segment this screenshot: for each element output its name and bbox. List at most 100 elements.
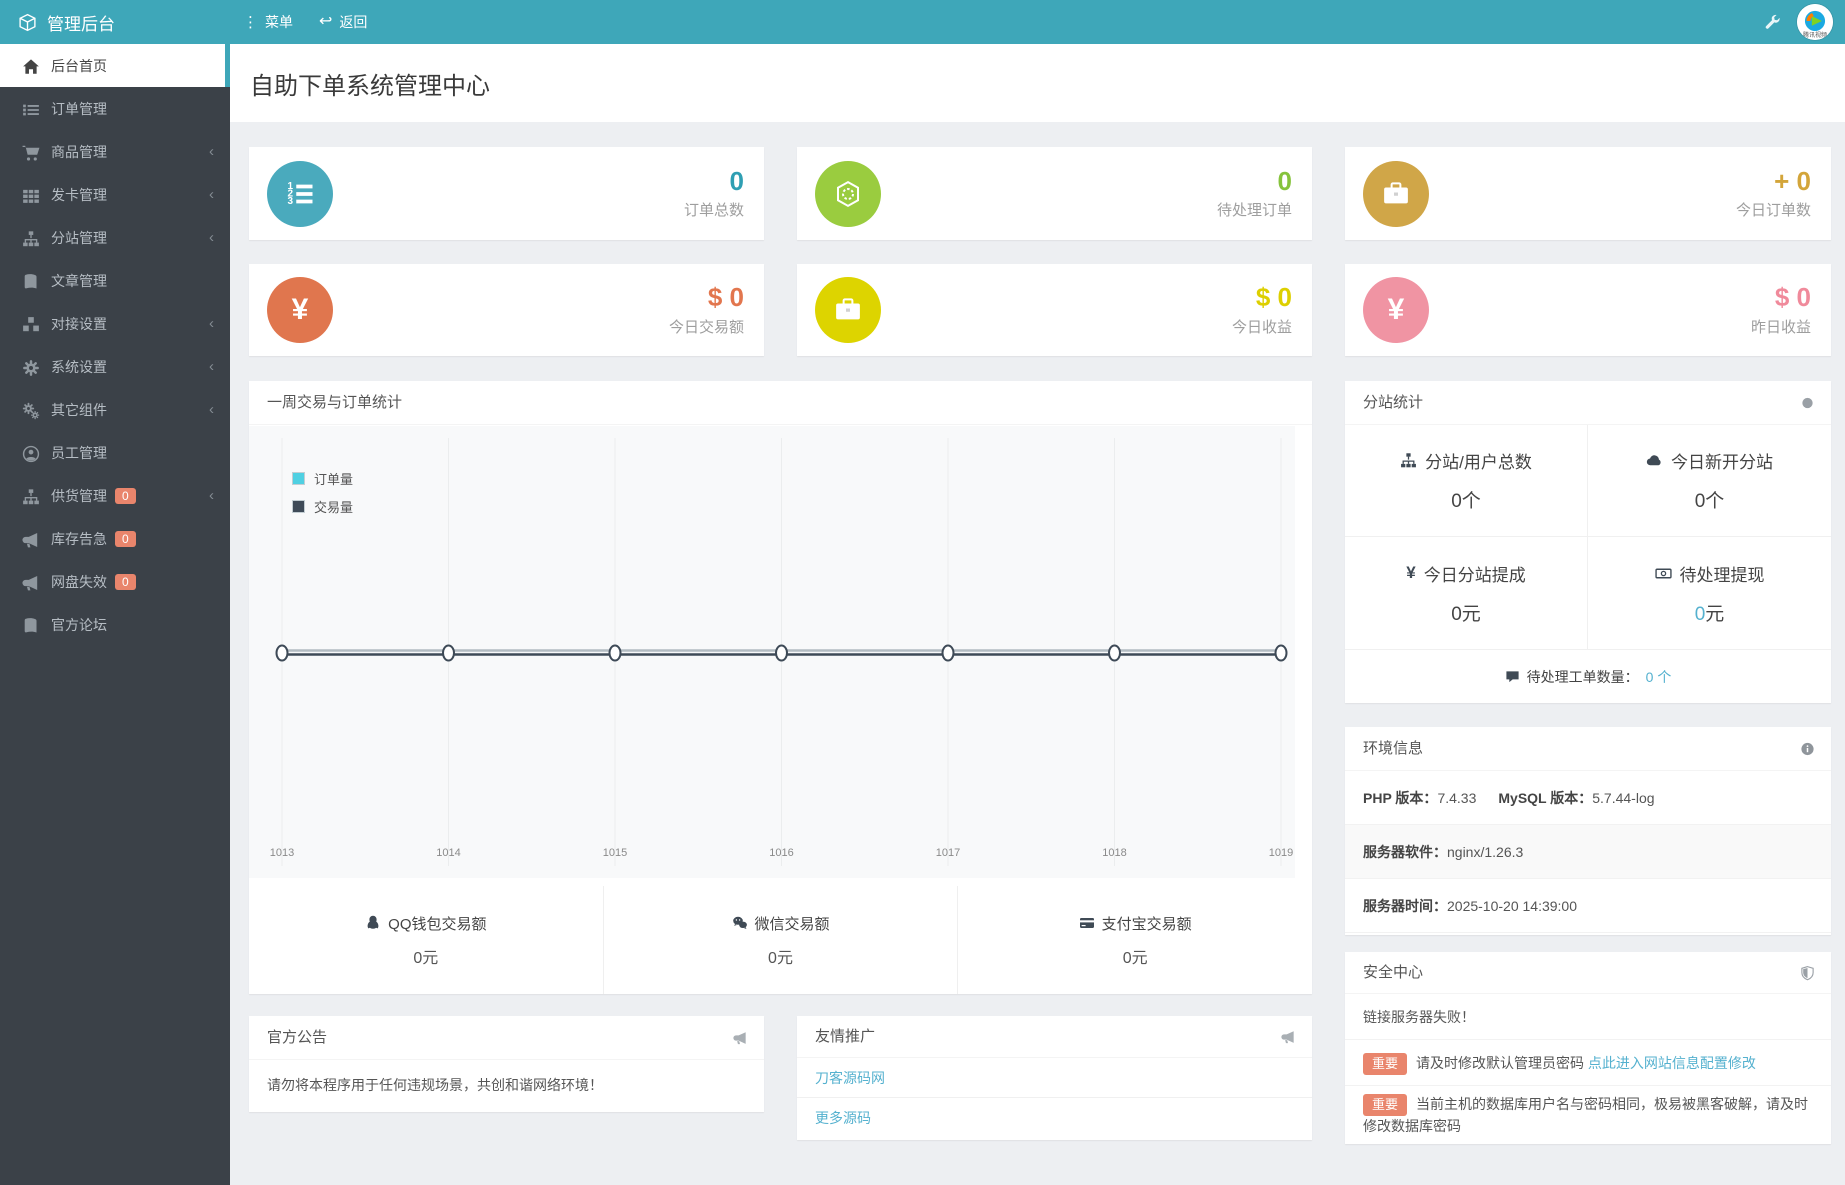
content-body: 123 0 订单总数 0 待处理订单 + 0 今日订单数 ¥ $ 0 今日交易额… [230, 122, 1845, 1185]
cell-num: 0 [1451, 491, 1462, 512]
cell-label: 今日分站提成 [1423, 565, 1526, 585]
cell-unit: 个 [1461, 491, 1481, 512]
yen-icon: ¥ [267, 277, 333, 343]
legend-swatch-trades [292, 500, 305, 513]
chevron-left-icon: ‹ [209, 487, 214, 504]
sidebar-item-drive-invalid[interactable]: 网盘失效 0 [0, 560, 230, 603]
stat-card-yesterday-profit: ¥ $ 0 昨日收益 [1345, 264, 1831, 356]
promo-link-daoke[interactable]: 刀客源码网 [797, 1058, 1312, 1098]
home-icon [22, 58, 40, 74]
user-circle-icon [22, 445, 40, 463]
menu-label: 菜单 [265, 14, 293, 30]
sidebar-item-stock-alert[interactable]: 库存告急 0 [0, 517, 230, 560]
stat-card-today-orders: + 0 今日订单数 [1345, 147, 1831, 240]
sidebar-item-integration[interactable]: 对接设置 ‹ [0, 302, 230, 345]
page-title: 自助下单系统管理中心 [250, 72, 490, 100]
megaphone-icon [22, 574, 40, 591]
panel-title: 分站统计 [1363, 394, 1424, 411]
sidebar-item-label: 对接设置 [51, 315, 107, 332]
book-icon [22, 617, 40, 633]
sidebar-item-orders[interactable]: 订单管理 [0, 87, 230, 130]
wrench-icon[interactable] [1764, 14, 1781, 31]
sidebar-item-articles[interactable]: 文章管理 [0, 259, 230, 302]
substation-footer: 待处理工单数量： 0 个 [1345, 649, 1831, 703]
env-row-php-mysql: PHP 版本：7.4.33 MySQL 版本：5.7.44-log [1345, 771, 1831, 825]
cell-num: 0 [1451, 603, 1462, 625]
circle-icon [1800, 395, 1815, 410]
brand-title: 管理后台 [47, 14, 115, 34]
x-tick: 1016 [769, 847, 794, 859]
env-value: 7.4.33 [1437, 790, 1477, 806]
stat-label: 今日交易额 [668, 318, 744, 336]
avatar[interactable]: 腾讯视频 [1797, 4, 1833, 40]
cell-num: 0 [1694, 491, 1706, 512]
menu-toggle[interactable]: ⋮ 菜单 [230, 0, 306, 44]
yen-icon: ¥ [1406, 563, 1416, 582]
payment-stats-row: QQ钱包交易额 0元 微信交易额 0元 支付宝交易额 0元 [249, 886, 1312, 994]
pay-stat-wechat: 微信交易额 0元 [602, 886, 958, 994]
chevron-left-icon: ‹ [209, 401, 214, 418]
sidebar-item-suppliers[interactable]: 供货管理 0 ‹ [0, 474, 230, 517]
sidebar-item-substations[interactable]: 分站管理 ‹ [0, 216, 230, 259]
env-label: PHP 版本： [1363, 790, 1438, 806]
weekly-chart-panel: 一周交易与订单统计 订单量 交易量 1013 1014 1015 1016 10… [249, 381, 1312, 994]
wechat-icon [732, 915, 748, 931]
sidebar-item-home[interactable]: 后台首页 [0, 44, 230, 87]
chevron-left-icon: ‹ [209, 315, 214, 332]
stat-value: 0 [1277, 165, 1292, 196]
chevron-left-icon: ‹ [209, 358, 214, 375]
legend-item-orders[interactable]: 订单量 [292, 469, 353, 488]
cell-label: 今日新开分站 [1671, 453, 1773, 472]
sidebar-item-forum[interactable]: 官方论坛 [0, 603, 230, 646]
panel-title: 一周交易与订单统计 [249, 381, 1312, 425]
config-link[interactable]: 点此进入网站信息配置修改 [1588, 1055, 1756, 1071]
badge-count: 0 [115, 530, 136, 547]
panel-header: 分站统计 [1345, 381, 1831, 425]
list-icon [22, 101, 40, 116]
sidebar-item-label: 商品管理 [51, 143, 107, 160]
sidebar-item-label: 其它组件 [51, 401, 107, 418]
stat-label: 今日收益 [1231, 318, 1292, 336]
cell-label: 待处理提现 [1679, 565, 1765, 585]
sidebar-item-components[interactable]: 其它组件 ‹ [0, 388, 230, 431]
yen-icon: ¥ [1363, 277, 1429, 343]
sidebar-item-cards[interactable]: 发卡管理 ‹ [0, 173, 230, 216]
substation-cell-withdrawals: 待处理提现 0元 [1588, 537, 1831, 649]
sitemap-icon [1400, 452, 1417, 469]
sidebar-item-staff[interactable]: 员工管理 [0, 431, 230, 474]
sitemap-icon [22, 230, 40, 247]
megaphone-icon [733, 1030, 748, 1045]
panel-title: 官方公告 [267, 1029, 328, 1046]
sidebar-item-system-settings[interactable]: 系统设置 ‹ [0, 345, 230, 388]
stat-value: 0 [729, 165, 744, 196]
sidebar: 后台首页 订单管理 商品管理 ‹ 发卡管理 ‹ 分站管理 ‹ 文章管理 对接设置… [0, 44, 230, 1185]
security-panel: 安全中心 链接服务器失败！ 重要 请及时修改默认管理员密码 点此进入网站信息配置修… [1345, 952, 1831, 1144]
sidebar-item-label: 库存告急 [51, 530, 107, 547]
svg-text:3: 3 [288, 196, 294, 207]
panel-header: 友情推广 [797, 1016, 1312, 1058]
back-button[interactable]: ↩ 返回 [306, 0, 380, 44]
legend-item-trades[interactable]: 交易量 [292, 497, 353, 516]
navbar-right: 腾讯视频 [1764, 0, 1845, 44]
grid-icon [22, 187, 40, 203]
briefcase-icon [1363, 160, 1429, 227]
env-label: 服务器软件： [1363, 844, 1447, 860]
content-header: 自助下单系统管理中心 [230, 44, 1845, 122]
sidebar-item-label: 文章管理 [51, 272, 107, 289]
important-badge: 重要 [1363, 1094, 1408, 1117]
book-icon [22, 273, 40, 289]
x-tick: 1014 [436, 847, 461, 859]
app-brand[interactable]: 管理后台 [0, 0, 230, 44]
substation-cell-new-today: 今日新开分站 0个 [1588, 425, 1831, 537]
env-value: nginx/1.26.3 [1447, 844, 1524, 860]
legend-label: 交易量 [314, 500, 354, 515]
stat-label: 今日订单数 [1735, 202, 1811, 220]
sitemap-icon [22, 488, 40, 505]
promo-link-more[interactable]: 更多源码 [797, 1098, 1312, 1138]
sidebar-item-products[interactable]: 商品管理 ‹ [0, 130, 230, 173]
panel-header: 环境信息 [1345, 727, 1831, 771]
legend-label: 订单量 [314, 472, 354, 487]
badge-count: 0 [115, 487, 136, 504]
cube-icon [18, 13, 37, 32]
line-chart: 订单量 交易量 1013 1014 1015 1016 1017 1018 10… [249, 426, 1312, 878]
